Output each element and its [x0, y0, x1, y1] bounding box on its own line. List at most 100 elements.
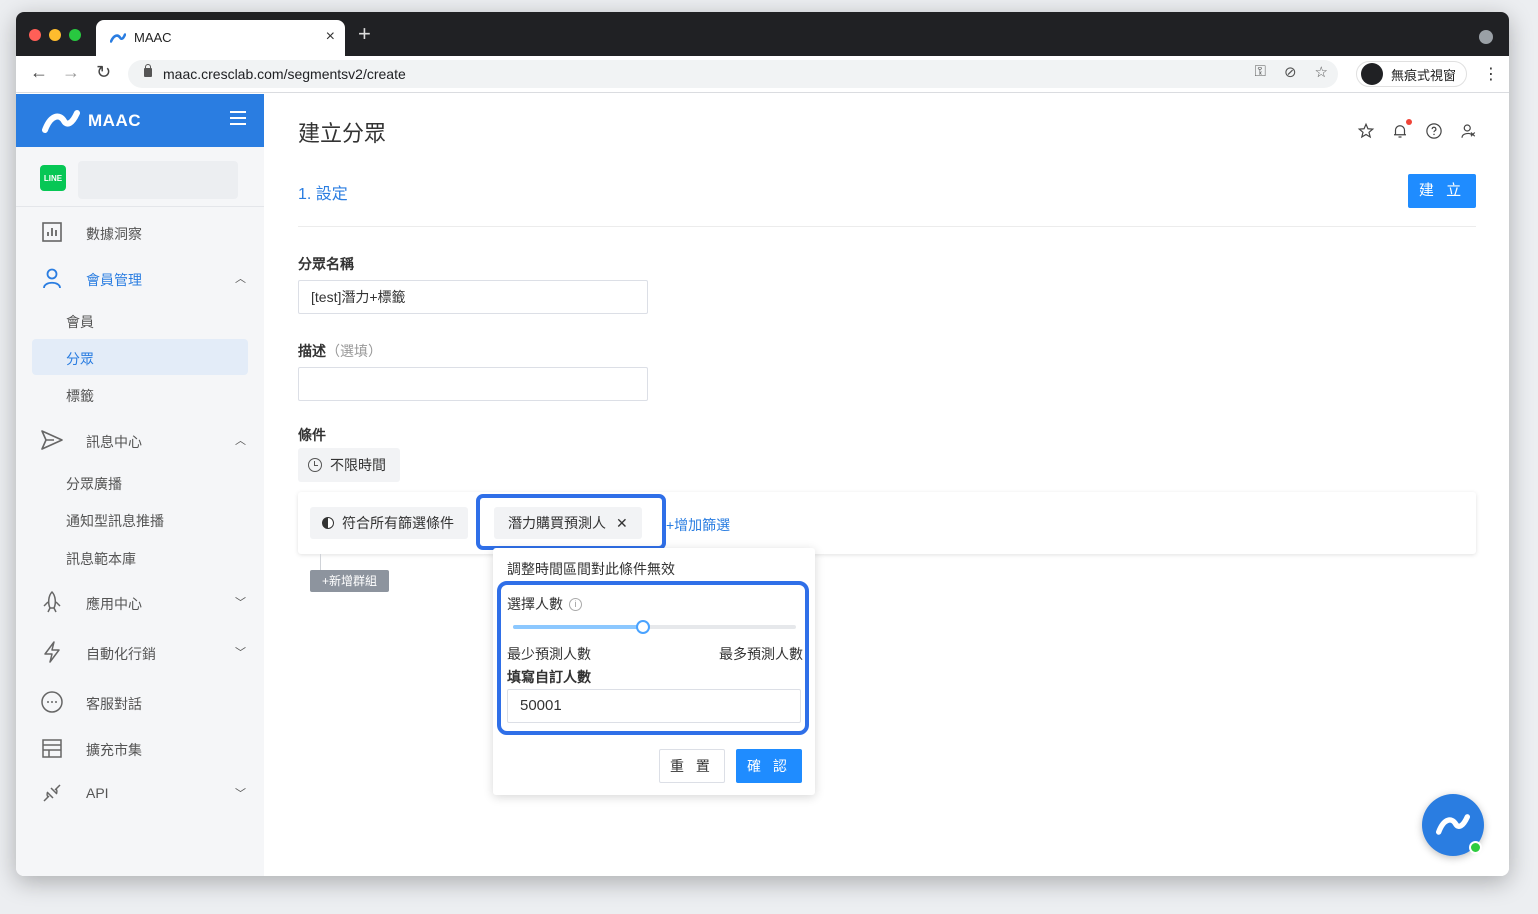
send-icon: [41, 430, 63, 450]
sidebar-item-label: 客服對話: [86, 696, 142, 712]
slider-fill: [513, 625, 644, 629]
browser-menu-icon[interactable]: ⋮: [1483, 64, 1499, 84]
browser-toolbar: ← → ↻ maac.cresclab.com/segmentsv2/creat…: [16, 56, 1509, 93]
close-window-button[interactable]: [29, 29, 41, 41]
url-text[interactable]: maac.cresclab.com/segmentsv2/create: [163, 66, 406, 82]
incognito-badge[interactable]: 無痕式視窗: [1356, 61, 1468, 87]
sidebar-subitem-segments[interactable]: 分眾: [32, 339, 248, 375]
eye-off-icon[interactable]: ⊘: [1284, 63, 1297, 81]
user-icon: [43, 268, 61, 289]
bookmark-star-icon[interactable]: ☆: [1315, 63, 1328, 81]
notification-dot: [1406, 119, 1412, 125]
sidebar-item-label: 數據洞察: [86, 226, 142, 242]
custom-count-input[interactable]: 50001: [507, 689, 801, 723]
count-slider[interactable]: [513, 620, 796, 634]
new-tab-button[interactable]: +: [358, 21, 371, 47]
reset-button[interactable]: 重 置: [659, 749, 725, 783]
star-icon[interactable]: [1357, 122, 1375, 140]
lock-icon[interactable]: [144, 64, 152, 77]
chart-icon: [42, 222, 62, 242]
sidebar-subitem-broadcast[interactable]: 分眾廣播: [32, 464, 248, 500]
half-circle-icon: [322, 517, 334, 529]
description-input[interactable]: [298, 367, 648, 401]
custom-count-label: 填寫自訂人數: [507, 669, 591, 685]
chevron-down-icon[interactable]: ﹀: [235, 785, 246, 801]
sidebar-subitem-templates[interactable]: 訊息範本庫: [32, 539, 248, 575]
maac-logo-icon: [110, 33, 126, 43]
sidebar-subitem-member[interactable]: 會員: [32, 302, 248, 338]
incognito-icon: [1361, 63, 1383, 85]
sidebar-item-marketplace[interactable]: 擴充市集: [16, 728, 264, 768]
sidebar-subitem-tags[interactable]: 標籤: [32, 376, 248, 412]
segment-name-label: 分眾名稱: [298, 256, 354, 272]
notification-bell-icon[interactable]: [1391, 119, 1412, 140]
hamburger-menu-icon[interactable]: [230, 111, 246, 125]
key-icon[interactable]: ⚿: [1255, 63, 1266, 81]
step-label: 1. 設定: [298, 186, 348, 203]
chat-icon: [41, 691, 63, 713]
address-bar[interactable]: maac.cresclab.com/segmentsv2/create ⚿ ⊘ …: [128, 60, 1338, 88]
info-icon[interactable]: i: [569, 597, 582, 611]
main-content: 建立分眾 1. 設定 建 立 分眾名稱 [test]潛力+標籤 描述（選填） 條…: [264, 94, 1509, 876]
minimize-window-button[interactable]: [49, 29, 61, 41]
sidebar-item-messages[interactable]: 訊息中心 ︿: [16, 420, 264, 460]
forward-arrow-icon[interactable]: →: [62, 62, 80, 83]
max-predict-label: 最多預測人數: [719, 646, 803, 662]
maac-logo-icon[interactable]: [42, 108, 80, 134]
sidebar-item-label: 會員管理: [86, 272, 142, 288]
back-arrow-icon[interactable]: ←: [30, 62, 48, 83]
confirm-button[interactable]: 確 認: [736, 749, 802, 783]
chevron-down-icon[interactable]: ﹀: [235, 594, 246, 610]
brand-name: MAAC: [88, 111, 141, 130]
time-range-label: 不限時間: [330, 457, 386, 473]
sidebar-item-api[interactable]: API ﹀: [16, 773, 264, 813]
maximize-window-button[interactable]: [69, 29, 81, 41]
tab-search-icon[interactable]: [1479, 30, 1493, 44]
time-range-chip[interactable]: 不限時間: [298, 448, 400, 482]
min-predict-label: 最少預測人數: [507, 646, 591, 662]
sidebar-item-label: 應用中心: [86, 596, 142, 612]
sidebar-item-members[interactable]: 會員管理 ︿: [16, 258, 264, 298]
sidebar-item-label: 訊息中心: [86, 434, 142, 450]
sidebar: MAAC LINE 數據洞察 會員管理 ︿ 會員 分眾 標籤 訊息中心 ︿ 分眾…: [16, 94, 264, 876]
line-icon: LINE: [40, 165, 66, 191]
account-selector[interactable]: LINE: [16, 147, 264, 207]
description-label: 描述（選填）: [298, 343, 382, 359]
sidebar-item-label: 自動化行銷: [86, 646, 156, 662]
tab-strip: MAAC × +: [16, 12, 1509, 56]
tab-title: MAAC: [134, 30, 172, 45]
chat-widget-button[interactable]: [1422, 794, 1484, 856]
chevron-down-icon[interactable]: ﹀: [235, 644, 246, 660]
sidebar-item-apps[interactable]: 應用中心 ﹀: [16, 582, 264, 622]
sidebar-item-automation[interactable]: 自動化行銷 ﹀: [16, 632, 264, 672]
optional-hint: （選填）: [326, 343, 382, 359]
clock-icon: [308, 458, 322, 472]
segment-name-input[interactable]: [test]潛力+標籤: [298, 280, 648, 314]
close-tab-icon[interactable]: ×: [326, 28, 335, 46]
sidebar-item-label: API: [86, 785, 109, 801]
sidebar-item-insights[interactable]: 數據洞察: [16, 212, 264, 252]
sidebar-item-label: 擴充市集: [86, 742, 142, 758]
predict-settings-popover: 調整時間區間對此條件無效 選擇人數 i 最少預測人數 最多預測人數 填寫自訂人數…: [493, 548, 815, 795]
sidebar-item-chat[interactable]: 客服對話: [16, 682, 264, 722]
lightning-icon: [44, 641, 60, 663]
chevron-up-icon[interactable]: ︿: [235, 270, 246, 286]
browser-tab[interactable]: MAAC ×: [96, 20, 345, 56]
reload-icon[interactable]: ↻: [96, 62, 111, 83]
browser-window: MAAC × + ← → ↻ maac.cresclab.com/segment…: [16, 12, 1509, 876]
account-icon[interactable]: [1459, 122, 1477, 140]
match-all-chip[interactable]: 符合所有篩選條件: [310, 507, 468, 539]
chevron-up-icon[interactable]: ︿: [235, 432, 246, 448]
divider: [298, 226, 1476, 227]
help-icon[interactable]: [1425, 122, 1443, 140]
page-title: 建立分眾: [298, 121, 387, 146]
online-status-dot: [1469, 841, 1482, 854]
create-button[interactable]: 建 立: [1408, 174, 1476, 208]
store-icon: [42, 739, 62, 758]
account-name-box[interactable]: [78, 161, 238, 199]
sidebar-subitem-notification[interactable]: 通知型訊息推播: [32, 501, 248, 537]
add-filter-link[interactable]: +增加篩選: [666, 515, 730, 535]
add-group-button[interactable]: +新增群組: [310, 570, 389, 592]
filter-group-panel: 符合所有篩選條件 潛力購買預測人 ✕ +增加篩選: [298, 492, 1476, 554]
rocket-icon: [43, 590, 61, 613]
